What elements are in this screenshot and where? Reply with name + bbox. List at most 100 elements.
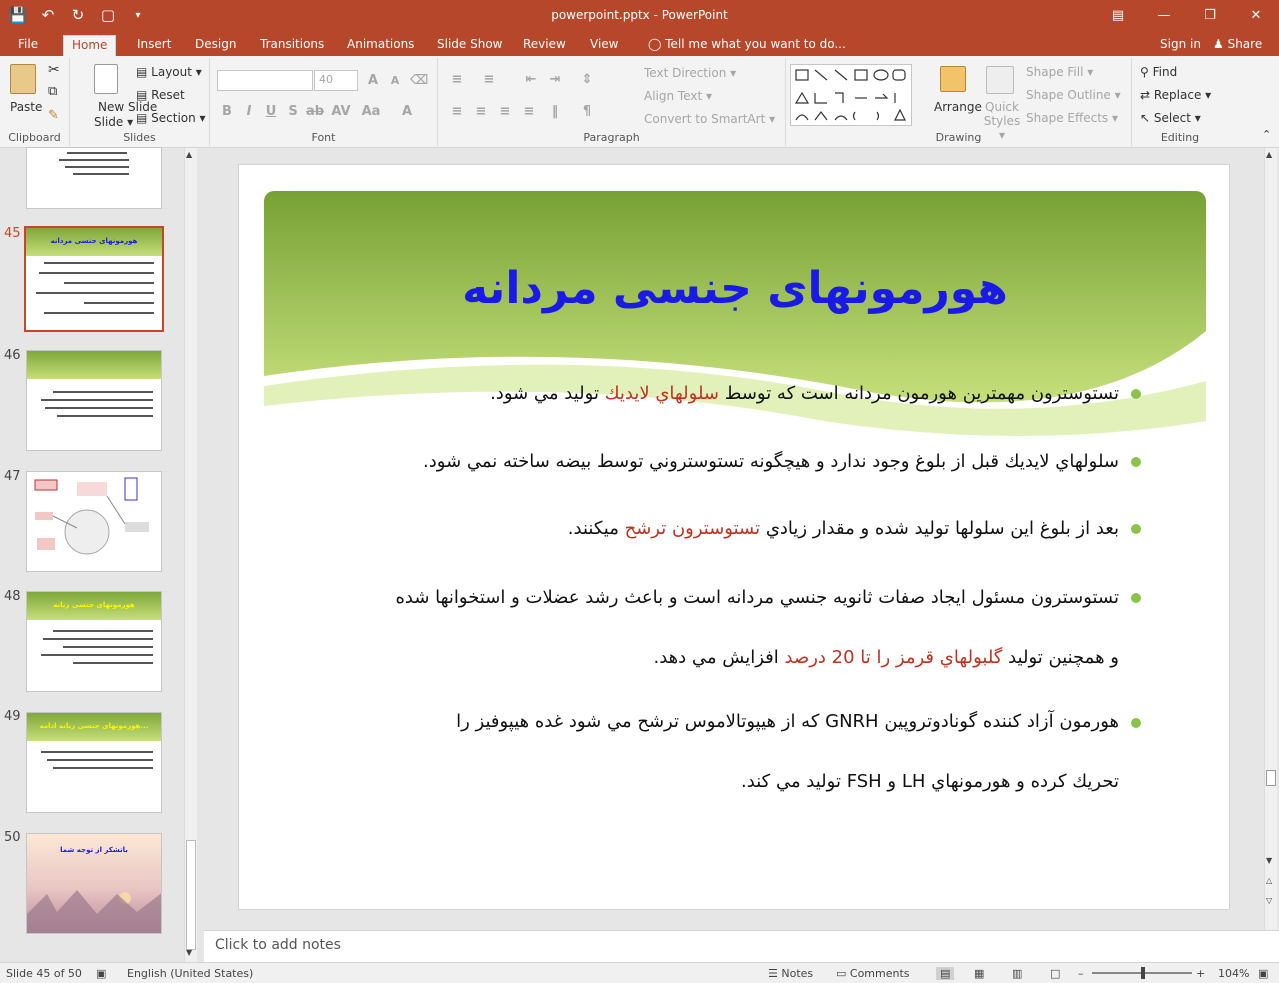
slide-scroll-thumb[interactable]: [1266, 770, 1276, 786]
slide-thumbnail-49[interactable]: هورمونهای جنسی زنانه ادامه...: [26, 712, 162, 813]
font-size-box[interactable]: 40: [314, 70, 358, 91]
decrease-indent-icon[interactable]: ⇤: [522, 70, 540, 88]
tell-me-box[interactable]: ◯ Tell me what you want to do...: [640, 35, 854, 56]
copy-icon[interactable]: ⧉: [48, 84, 57, 99]
notes-toggle[interactable]: ☰ Notes: [768, 967, 813, 980]
ribbon-display-options-icon[interactable]: ▤: [1095, 0, 1141, 30]
paste-button[interactable]: Paste: [10, 100, 42, 114]
comments-toggle[interactable]: ▭ Comments: [836, 967, 910, 980]
new-slide-icon[interactable]: [94, 64, 118, 94]
new-slide-dropdown[interactable]: Slide ▾: [94, 115, 133, 129]
strikethrough-icon[interactable]: ab: [306, 102, 324, 120]
convert-smartart-button[interactable]: Convert to SmartArt ▾: [644, 112, 775, 126]
language-indicator[interactable]: English (United States): [127, 967, 253, 980]
zoom-out-icon[interactable]: –: [1078, 967, 1084, 980]
decrease-font-icon[interactable]: A: [386, 71, 404, 89]
align-center-icon[interactable]: ≡: [472, 102, 490, 120]
slide-thumbnail-46[interactable]: [26, 350, 162, 451]
arrange-button[interactable]: Arrange: [934, 100, 982, 114]
tab-animations[interactable]: Animations: [339, 35, 422, 56]
section-button[interactable]: ▤ Section ▾: [136, 111, 206, 125]
justify-icon[interactable]: ≡: [520, 102, 538, 120]
align-text-button[interactable]: Align Text ▾: [644, 89, 712, 103]
layout-button[interactable]: ▤ Layout ▾: [136, 65, 202, 79]
shapes-gallery[interactable]: [790, 64, 912, 126]
tab-design[interactable]: Design: [187, 35, 244, 56]
scroll-up-icon[interactable]: ▲: [1266, 150, 1272, 159]
bullet-5-line-1[interactable]: هورمون آزاد كننده گونادوتروپين GNRH كه ا…: [456, 711, 1119, 732]
slide-sorter-icon[interactable]: ▦: [974, 967, 984, 980]
text-direction-button[interactable]: Text Direction ▾: [644, 66, 736, 80]
increase-font-icon[interactable]: A: [364, 71, 382, 89]
tab-file[interactable]: File: [10, 35, 46, 56]
arrange-icon[interactable]: [940, 66, 966, 92]
slide-scrollbar[interactable]: ▲ ▼ △ ▽: [1264, 148, 1277, 930]
underline-icon[interactable]: U: [262, 102, 280, 120]
select-button[interactable]: ↖ Select ▾: [1140, 111, 1201, 125]
thumbnail-scroll-thumb[interactable]: [186, 840, 196, 950]
collapse-ribbon-icon[interactable]: ⌃: [1262, 128, 1271, 141]
slide-thumbnail-47[interactable]: [26, 471, 162, 572]
previous-slide-icon[interactable]: △: [1266, 876, 1272, 885]
sign-in-link[interactable]: Sign in: [1152, 35, 1209, 56]
shadow-icon[interactable]: S: [284, 102, 302, 120]
scroll-down-icon[interactable]: ▼: [186, 948, 192, 957]
close-icon[interactable]: ✕: [1233, 0, 1279, 30]
slide-canvas[interactable]: هورمونهای جنسی مردانه تستوسترون مهمترين …: [238, 164, 1230, 910]
spellcheck-icon[interactable]: ▣: [96, 967, 106, 980]
bullet-4-line-1[interactable]: تستوسترون مسئول ايجاد صفات ثانويه جنسي م…: [395, 587, 1119, 608]
scroll-up-icon[interactable]: ▲: [186, 150, 192, 159]
font-color-icon[interactable]: A: [398, 102, 416, 120]
slide-thumbnail-44[interactable]: [26, 147, 162, 209]
quick-styles-icon[interactable]: [986, 66, 1014, 94]
slide-show-icon[interactable]: □: [1050, 967, 1060, 980]
minimize-icon[interactable]: —: [1141, 0, 1187, 30]
align-right-icon[interactable]: ≡: [496, 102, 514, 120]
scroll-down-icon[interactable]: ▼: [1266, 856, 1272, 865]
tab-view[interactable]: View: [582, 35, 626, 56]
restore-icon[interactable]: ❐: [1187, 0, 1233, 30]
thumbnail-scrollbar[interactable]: ▲ ▼: [184, 148, 197, 962]
slide-title[interactable]: هورمونهای جنسی مردانه: [264, 263, 1206, 314]
paste-icon[interactable]: [10, 64, 36, 94]
tab-transitions[interactable]: Transitions: [252, 35, 332, 56]
bullet-4-line-2[interactable]: و همچنين توليد گلبولهاي قرمز را تا 20 در…: [654, 647, 1119, 668]
reading-view-icon[interactable]: ▥: [1012, 967, 1022, 980]
find-button[interactable]: ⚲ Find: [1140, 65, 1177, 79]
shape-outline-button[interactable]: Shape Outline ▾: [1026, 88, 1121, 102]
tab-review[interactable]: Review: [515, 35, 574, 56]
numbering-icon[interactable]: ≡: [480, 70, 498, 88]
slide-thumbnail-45[interactable]: هورمونهای جنسی مردانه: [24, 226, 164, 332]
change-case-icon[interactable]: Aa: [362, 102, 381, 120]
tab-home[interactable]: Home: [63, 35, 117, 56]
bullet-5-line-2[interactable]: تحريك كرده و هورمونهاي LH و FSH توليد مي…: [741, 771, 1119, 792]
bullet-3[interactable]: بعد از بلوغ اين سلولها توليد شده و مقدار…: [568, 518, 1119, 539]
reset-button[interactable]: ▤ Reset: [136, 88, 185, 102]
zoom-in-icon[interactable]: +: [1196, 967, 1205, 980]
font-name-box[interactable]: [217, 70, 313, 91]
fit-to-window-icon[interactable]: ▣: [1258, 967, 1268, 980]
italic-icon[interactable]: I: [240, 102, 258, 120]
zoom-level[interactable]: 104%: [1218, 967, 1249, 980]
columns-icon[interactable]: ‖: [546, 102, 564, 120]
tab-slide-show[interactable]: Slide Show: [429, 35, 510, 56]
slide-thumbnail-48[interactable]: هورمونهای جنسی زنانه: [26, 591, 162, 692]
shape-effects-button[interactable]: Shape Effects ▾: [1026, 111, 1118, 125]
line-spacing-icon[interactable]: ⇕: [578, 70, 596, 88]
normal-view-icon[interactable]: ▤: [936, 967, 955, 980]
align-left-icon[interactable]: ≡: [448, 102, 466, 120]
bullets-icon[interactable]: ≡: [448, 70, 466, 88]
notes-pane[interactable]: Click to add notes: [204, 930, 1279, 962]
clear-formatting-icon[interactable]: ⌫: [410, 71, 428, 89]
tab-insert[interactable]: Insert: [129, 35, 179, 56]
cut-icon[interactable]: ✂: [48, 62, 60, 78]
format-painter-icon[interactable]: ✎: [48, 108, 59, 123]
bullet-2[interactable]: سلولهاي لايديك قبل از بلوغ وجود ندارد و …: [423, 451, 1119, 472]
increase-indent-icon[interactable]: ⇥: [546, 70, 564, 88]
next-slide-icon[interactable]: ▽: [1266, 896, 1272, 905]
rtl-icon[interactable]: ¶: [578, 102, 596, 120]
slide-thumbnail-50[interactable]: باتشکر از توجه شما: [26, 833, 162, 934]
bold-icon[interactable]: B: [218, 102, 236, 120]
zoom-slider[interactable]: [1092, 967, 1192, 979]
replace-button[interactable]: ⇄ Replace ▾: [1140, 88, 1211, 102]
